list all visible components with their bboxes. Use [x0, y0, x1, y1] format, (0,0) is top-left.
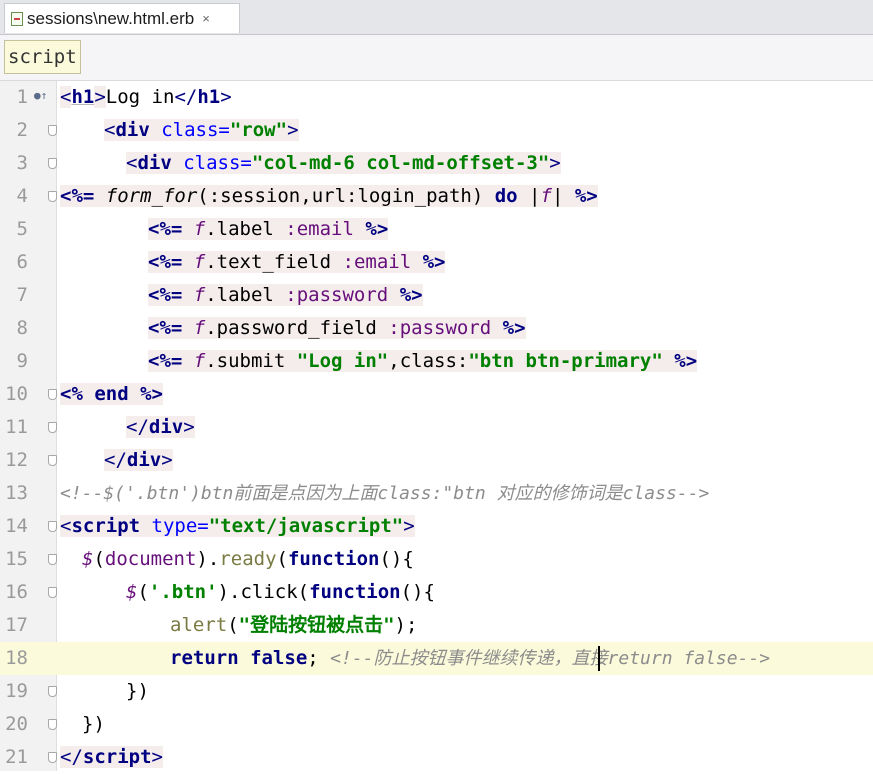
code-line-10[interactable]: 10 <% end %>	[0, 378, 873, 411]
code-line-6[interactable]: 6 <%= f.text_field :email %>	[0, 246, 873, 279]
line-number: 4	[16, 185, 28, 207]
fold-icon[interactable]	[48, 422, 57, 433]
fold-icon[interactable]	[48, 719, 57, 730]
fold-icon[interactable]	[48, 158, 57, 169]
fold-icon[interactable]	[48, 686, 57, 697]
line-content: })	[126, 680, 149, 702]
code-line-20[interactable]: 20 })	[0, 708, 873, 741]
line-content: <div class="col-md-6 col-md-offset-3">	[126, 152, 561, 174]
line-content: })	[82, 713, 105, 735]
line-content: <!--$('.btn')btn前面是点因为上面class:"btn 对应的修饰…	[60, 483, 710, 504]
line-content: </div>	[104, 449, 173, 471]
line-number: 13	[5, 482, 28, 504]
code-line-15[interactable]: 15 $(document).ready(function(){	[0, 543, 873, 576]
code-editor[interactable]: 1 ●↑ <h1>Log in</h1> 2 <div class="row">…	[0, 81, 873, 771]
line-content: $(document).ready(function(){	[82, 548, 414, 570]
line-number: 9	[16, 350, 28, 372]
line-number: 8	[16, 317, 28, 339]
fold-icon[interactable]	[48, 125, 57, 136]
close-icon[interactable]: ×	[202, 11, 210, 26]
line-content: <%= f.label :password %>	[148, 284, 423, 306]
line-number: 17	[5, 614, 28, 636]
code-line-16[interactable]: 16 $('.btn').click(function(){	[0, 576, 873, 609]
fold-icon[interactable]	[48, 521, 57, 532]
line-number: 11	[5, 416, 28, 438]
line-number: 7	[16, 284, 28, 306]
code-line-13[interactable]: 13 <!--$('.btn')btn前面是点因为上面class:"btn 对应…	[0, 477, 873, 510]
code-line-19[interactable]: 19 })	[0, 675, 873, 708]
line-number: 6	[16, 251, 28, 273]
editor-tab-bar: sessions\new.html.erb ×	[0, 0, 873, 35]
line-content: <div class="row">	[104, 119, 299, 141]
code-line-14[interactable]: 14 <script type="text/javascript">	[0, 510, 873, 543]
line-number: 12	[5, 449, 28, 471]
line-content: $('.btn').click(function(){	[126, 581, 435, 603]
code-line-8[interactable]: 8 <%= f.password_field :password %>	[0, 312, 873, 345]
line-number: 14	[5, 515, 28, 537]
line-content: <%= form_for(:session,url:login_path) do…	[60, 185, 598, 207]
tab-new-html-erb[interactable]: sessions\new.html.erb ×	[4, 3, 240, 33]
code-line-4[interactable]: 4 <%= form_for(:session,url:login_path) …	[0, 180, 873, 213]
override-marker-icon: ●↑	[34, 89, 48, 102]
fold-icon[interactable]	[48, 554, 57, 565]
fold-icon[interactable]	[48, 587, 57, 598]
text-caret	[598, 646, 600, 671]
line-content: <%= f.label :email %>	[148, 218, 389, 240]
line-content: </script>	[60, 746, 163, 768]
line-content: <%= f.text_field :email %>	[148, 251, 446, 273]
line-number: 19	[5, 680, 28, 702]
line-content: <h1>Log in</h1>	[60, 86, 232, 108]
fold-icon[interactable]	[48, 752, 57, 763]
tab-title: sessions\new.html.erb	[27, 8, 195, 28]
code-line-17[interactable]: 17 alert("登陆按钮被点击");	[0, 609, 873, 642]
line-number: 21	[5, 746, 28, 768]
fold-icon[interactable]	[48, 455, 57, 466]
line-number: 18	[5, 647, 28, 669]
line-content: <% end %>	[60, 383, 163, 405]
line-number: 1	[16, 86, 28, 108]
line-number: 2	[16, 119, 28, 141]
code-line-5[interactable]: 5 <%= f.label :email %>	[0, 213, 873, 246]
line-content: return false; <!--防止按钮事件继续传递，直接return fa…	[170, 647, 771, 669]
code-line-7[interactable]: 7 <%= f.label :password %>	[0, 279, 873, 312]
line-number: 10	[5, 383, 28, 405]
line-number: 15	[5, 548, 28, 570]
fold-icon[interactable]	[48, 389, 57, 400]
line-content: <%= f.password_field :password %>	[148, 317, 526, 339]
line-number: 3	[16, 152, 28, 174]
code-line-21[interactable]: 21 </script>	[0, 741, 873, 774]
code-line-2[interactable]: 2 <div class="row">	[0, 114, 873, 147]
code-line-11[interactable]: 11 </div>	[0, 411, 873, 444]
code-line-3[interactable]: 3 <div class="col-md-6 col-md-offset-3">	[0, 147, 873, 180]
code-line-1[interactable]: 1 ●↑ <h1>Log in</h1>	[0, 81, 873, 114]
line-content: alert("登陆按钮被点击");	[170, 614, 418, 636]
breadcrumb-bar: script	[0, 35, 873, 81]
line-content: <script type="text/javascript">	[60, 515, 415, 537]
code-line-12[interactable]: 12 </div>	[0, 444, 873, 477]
code-line-9[interactable]: 9 <%= f.submit "Log in",class:"btn btn-p…	[0, 345, 873, 378]
line-content: </div>	[126, 416, 195, 438]
erb-file-icon	[11, 11, 23, 26]
line-content: <%= f.submit "Log in",class:"btn btn-pri…	[148, 350, 698, 372]
breadcrumb-script[interactable]: script	[4, 40, 81, 74]
line-number: 5	[16, 218, 28, 240]
line-number: 16	[5, 581, 28, 603]
code-line-18[interactable]: 18 return false; <!--防止按钮事件继续传递，直接return…	[0, 642, 873, 675]
line-number: 20	[5, 713, 28, 735]
fold-icon[interactable]	[48, 191, 57, 202]
